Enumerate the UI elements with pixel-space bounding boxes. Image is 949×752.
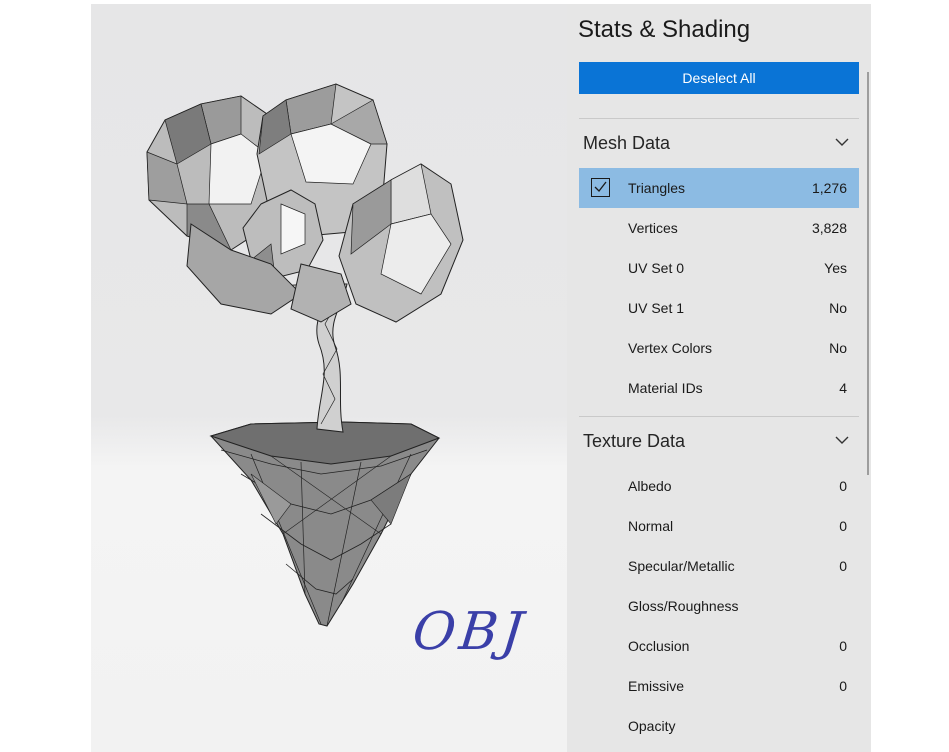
mesh-row-uv-set-1[interactable]: UV Set 1 No xyxy=(579,288,859,328)
row-value: No xyxy=(829,340,847,356)
chevron-down-icon xyxy=(835,138,849,146)
mesh-data-label: Mesh Data xyxy=(583,133,671,153)
row-label: Vertex Colors xyxy=(628,340,713,356)
row-value: 4 xyxy=(839,380,847,396)
checkbox[interactable] xyxy=(591,178,610,197)
texture-row-gloss-roughness[interactable]: Gloss/Roughness xyxy=(579,586,859,626)
row-value: No xyxy=(829,300,847,316)
row-value: 1,276 xyxy=(811,180,847,196)
row-value: 0 xyxy=(839,558,847,574)
row-label: Albedo xyxy=(628,478,672,494)
row-value: Yes xyxy=(824,260,847,276)
checkmark-icon xyxy=(594,181,607,192)
mesh-row-material-ids[interactable]: Material IDs 4 xyxy=(579,368,859,408)
mesh-row-vertices[interactable]: Vertices 3,828 xyxy=(579,208,859,248)
row-value: 3,828 xyxy=(811,220,847,236)
deselect-all-button[interactable]: Deselect All xyxy=(579,62,859,94)
texture-row-emissive[interactable]: Emissive 0 xyxy=(579,666,859,706)
row-label: Triangles xyxy=(628,180,686,196)
row-label: Normal xyxy=(628,518,674,534)
mesh-row-vertex-colors[interactable]: Vertex Colors No xyxy=(579,328,859,368)
row-value: 0 xyxy=(839,678,847,694)
panel-title: Stats & Shading xyxy=(578,16,751,43)
texture-row-normal[interactable]: Normal 0 xyxy=(579,506,859,546)
texture-row-specular-metallic[interactable]: Specular/Metallic 0 xyxy=(579,546,859,586)
row-label: Occlusion xyxy=(628,638,690,654)
row-label: UV Set 1 xyxy=(628,300,685,316)
row-label: Gloss/Roughness xyxy=(628,598,739,614)
texture-row-opacity[interactable]: Opacity xyxy=(579,706,859,746)
row-label: Material IDs xyxy=(628,380,703,396)
texture-data-label: Texture Data xyxy=(583,431,686,451)
row-value: 0 xyxy=(839,478,847,494)
panel-scrollbar[interactable] xyxy=(867,72,869,475)
3d-viewport[interactable]: OBJ xyxy=(91,4,567,752)
row-label: Emissive xyxy=(628,678,685,694)
row-label: UV Set 0 xyxy=(628,260,685,276)
stats-shading-panel: Stats & Shading Deselect All Mesh Data T… xyxy=(567,4,871,752)
texture-row-occlusion[interactable]: Occlusion 0 xyxy=(579,626,859,666)
row-label: Opacity xyxy=(628,718,676,734)
row-label: Vertices xyxy=(628,220,678,236)
row-value: 0 xyxy=(839,638,847,654)
mesh-row-triangles[interactable]: Triangles 1,276 xyxy=(579,168,859,208)
texture-row-albedo[interactable]: Albedo 0 xyxy=(579,466,859,506)
obj-watermark: OBJ xyxy=(409,602,530,662)
row-value: 0 xyxy=(839,518,847,534)
section-header-mesh-data[interactable]: Mesh Data xyxy=(579,118,859,167)
mesh-row-uv-set-0[interactable]: UV Set 0 Yes xyxy=(579,248,859,288)
row-label: Specular/Metallic xyxy=(628,558,735,574)
section-header-texture-data[interactable]: Texture Data xyxy=(579,416,859,465)
chevron-down-icon xyxy=(835,436,849,444)
